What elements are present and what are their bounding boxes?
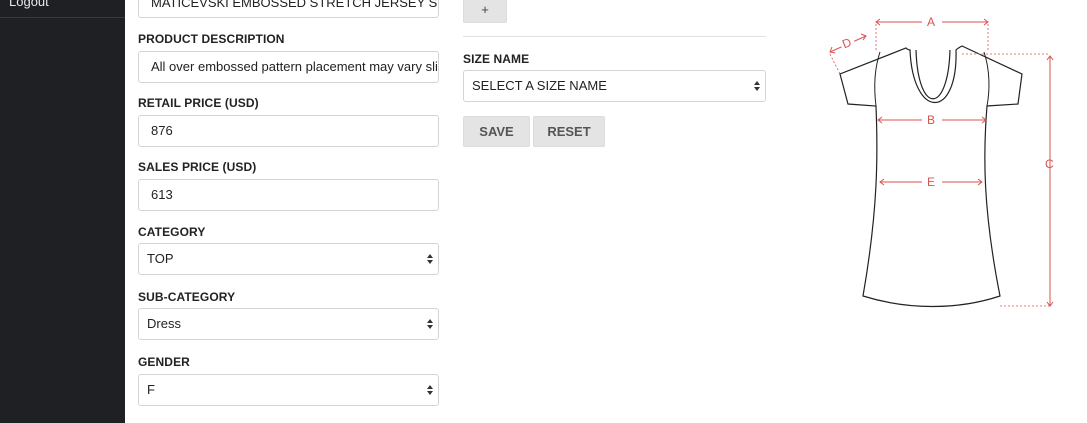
sidebar-item-label: Logout — [9, 0, 49, 9]
gender-select[interactable]: F — [138, 374, 439, 406]
dress-sleeve-seam-right — [983, 51, 990, 107]
measure-e-label: E — [927, 175, 935, 189]
measure-c-label: C — [1045, 157, 1054, 171]
retail-price-input[interactable]: 876 — [138, 115, 439, 147]
size-chart-illustration: A B E C D — [829, 15, 1054, 308]
select-arrows-icon — [426, 253, 434, 267]
product-description-label: PRODUCT DESCRIPTION — [138, 32, 285, 46]
sidebar-item-logout[interactable]: Logout — [0, 0, 125, 18]
category-selected-value: TOP — [147, 251, 174, 266]
product-name-input[interactable]: MATICEVSKI EMBOSSED STRETCH JERSEY SWEA — [138, 0, 439, 18]
select-arrows-icon — [426, 318, 434, 332]
gender-label: GENDER — [138, 355, 190, 369]
sales-price-label: SALES PRICE (USD) — [138, 160, 257, 174]
sub-category-label: SUB-CATEGORY — [138, 290, 236, 304]
size-name-selected-value: SELECT A SIZE NAME — [472, 78, 607, 93]
select-arrows-icon — [753, 80, 761, 94]
category-label: CATEGORY — [138, 225, 206, 239]
section-divider — [463, 36, 766, 37]
select-arrows-icon — [426, 384, 434, 398]
app-window: Logout MATICEVSKI EMBOSSED STRETCH JERSE… — [0, 0, 1087, 423]
sales-price-input[interactable]: 613 — [138, 179, 439, 211]
measure-a-label: A — [927, 15, 935, 29]
save-button[interactable]: SAVE — [463, 116, 530, 147]
sub-category-select[interactable]: Dress — [138, 308, 439, 340]
category-select[interactable]: TOP — [138, 243, 439, 275]
sub-category-selected-value: Dress — [147, 316, 181, 331]
retail-price-label: RETAIL PRICE (USD) — [138, 96, 259, 110]
gender-selected-value: F — [147, 382, 155, 397]
size-name-label: SIZE NAME — [463, 52, 530, 66]
measure-b-label: B — [927, 113, 935, 127]
dress-neckline — [915, 49, 951, 100]
product-description-input[interactable]: All over embossed pattern placement may … — [138, 51, 439, 83]
add-size-button[interactable]: + — [463, 0, 507, 23]
sidebar: Logout — [0, 0, 125, 423]
size-name-select[interactable]: SELECT A SIZE NAME — [463, 70, 766, 102]
reset-button[interactable]: RESET — [533, 116, 605, 147]
